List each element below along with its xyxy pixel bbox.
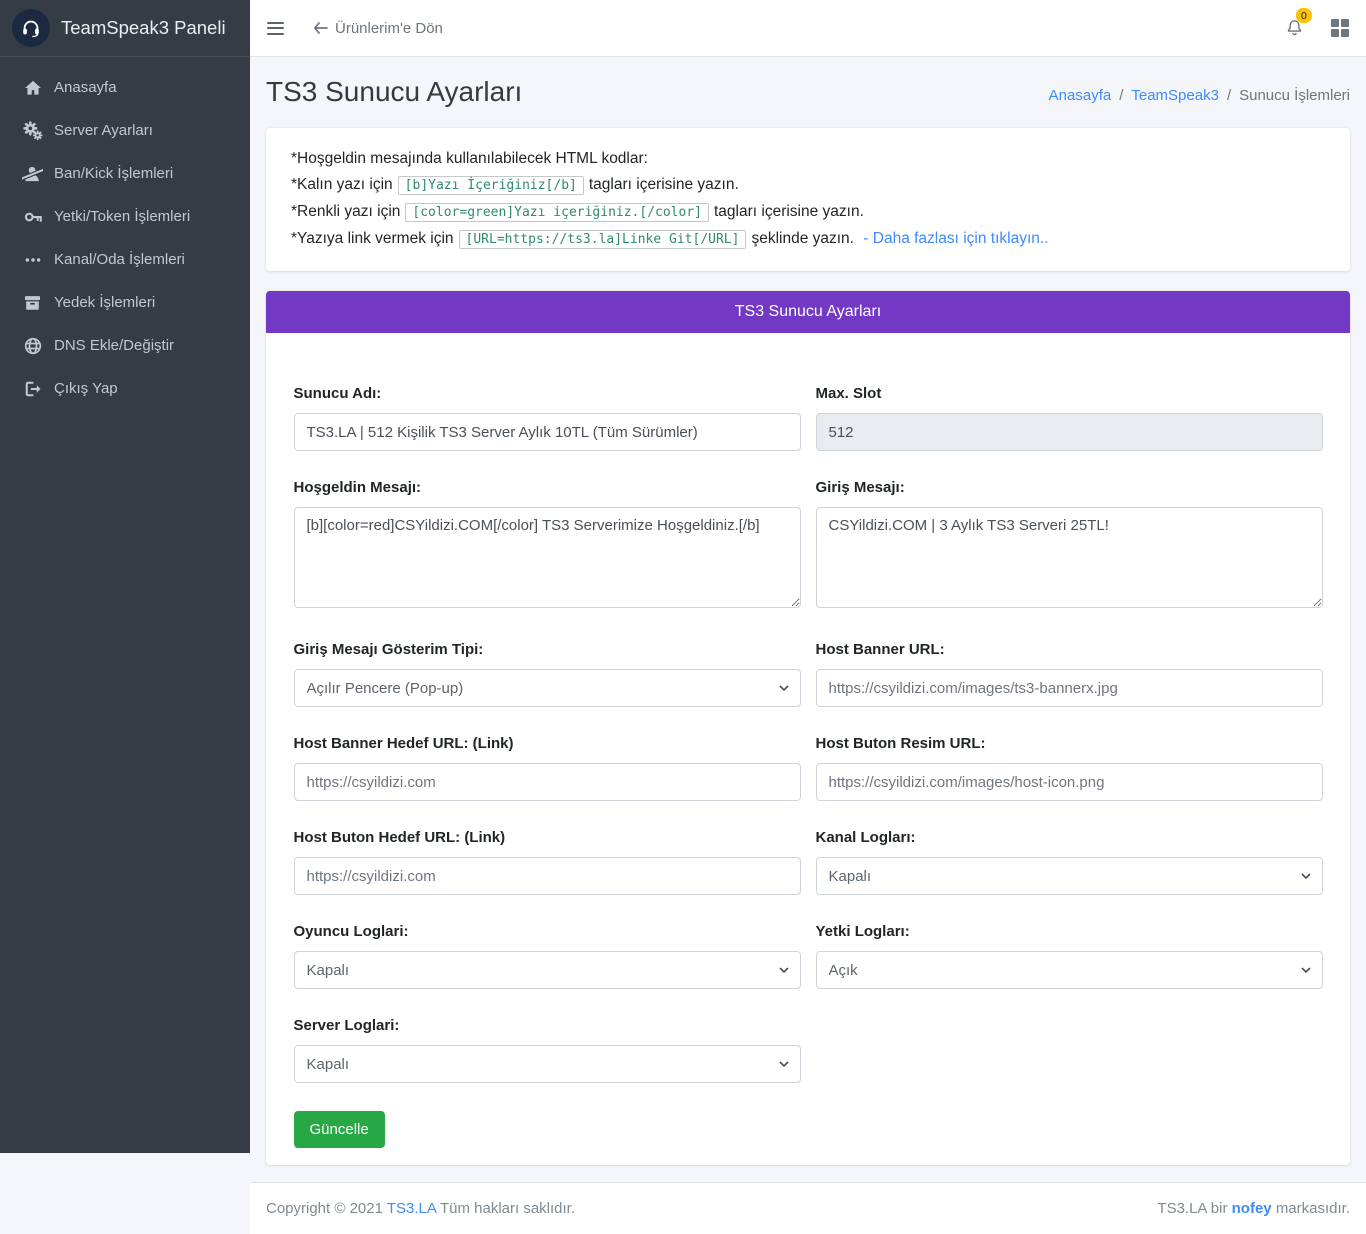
sunucu-adi-input[interactable]: [294, 413, 801, 451]
server-loglari-select[interactable]: Kapalı: [294, 1045, 801, 1083]
giris-mesaji-label: Giriş Mesajı:: [816, 479, 1323, 497]
globe-icon: [19, 336, 46, 356]
hamburger-icon[interactable]: [267, 18, 284, 39]
breadcrumb-current: Sunucu İşlemleri: [1239, 87, 1350, 104]
gears-icon: [19, 120, 46, 141]
top-navbar: Ürünlerim'e Dön 0: [250, 0, 1366, 57]
sidebar-brand[interactable]: TeamSpeak3 Paneli: [0, 0, 250, 57]
info-line-2: *Kalın yazı için[b]Yazı İçeriğiniz[/b]ta…: [291, 172, 1325, 199]
archive-icon: [19, 293, 46, 312]
sunucu-adi-label: Sunucu Adı:: [294, 385, 801, 403]
user-slash-icon: [19, 164, 46, 184]
sidebar-nav: Anasayfa: [0, 57, 250, 419]
max-slot-input: [816, 413, 1323, 451]
breadcrumb-separator: /: [1119, 87, 1123, 104]
sidebar-item-yetki-token[interactable]: Yetki/Token İşlemleri: [8, 195, 242, 238]
yetki-loglari-label: Yetki Logları:: [816, 923, 1323, 941]
oyuncu-loglari-label: Oyuncu Loglari:: [294, 923, 801, 941]
notifications-button[interactable]: 0: [1285, 14, 1304, 43]
host-banner-hedef-label: Host Banner Hedef URL: (Link): [294, 735, 801, 753]
page-title: TS3 Sunucu Ayarları: [266, 75, 522, 109]
gosterim-tipi-label: Giriş Mesajı Gösterim Tipi:: [294, 641, 801, 659]
giris-mesaji-textarea[interactable]: CSYildizi.COM | 3 Aylık TS3 Serveri 25TL…: [816, 507, 1323, 608]
yetki-loglari-select[interactable]: Açık: [816, 951, 1323, 989]
host-buton-hedef-label: Host Buton Hedef URL: (Link): [294, 829, 801, 847]
host-banner-url-input[interactable]: [816, 669, 1323, 707]
sidebar-item-ban-kick[interactable]: Ban/Kick İşlemleri: [8, 152, 242, 195]
breadcrumb-link-anasayfa[interactable]: Anasayfa: [1049, 87, 1112, 104]
kanal-loglari-select[interactable]: Kapalı: [816, 857, 1323, 895]
ellipsis-icon: [19, 251, 46, 269]
grid-icon[interactable]: [1331, 19, 1349, 37]
kanal-loglari-label: Kanal Logları:: [816, 829, 1323, 847]
server-loglari-label: Server Loglari:: [294, 1017, 801, 1035]
sidebar-item-dns[interactable]: DNS Ekle/Değiştir: [8, 324, 242, 367]
back-to-products-link[interactable]: Ürünlerim'e Dön: [313, 20, 443, 37]
footer-copyright: Copyright © 2021 TS3.LA Tüm hakları sakl…: [266, 1200, 575, 1217]
host-buton-hedef-input[interactable]: [294, 857, 801, 895]
info-line-1: *Hoşgeldin mesajında kullanılabilecek HT…: [291, 146, 1325, 172]
gosterim-tipi-select[interactable]: Açılır Pencere (Pop-up): [294, 669, 801, 707]
brand-title: TeamSpeak3 Paneli: [61, 17, 226, 39]
max-slot-label: Max. Slot: [816, 385, 1323, 403]
notification-badge: 0: [1296, 8, 1312, 24]
card-header-title: TS3 Sunucu Ayarları: [266, 291, 1350, 333]
bbcode-url-sample: [URL=https://ts3.la]Linke Git[/URL]: [459, 230, 747, 249]
oyuncu-loglari-select[interactable]: Kapalı: [294, 951, 801, 989]
breadcrumb-separator: /: [1227, 87, 1231, 104]
sidebar: TeamSpeak3 Paneli Anasayfa: [0, 0, 250, 1153]
footer-ts3la-link[interactable]: TS3.LA: [387, 1200, 436, 1217]
hosgeldin-mesaji-label: Hoşgeldin Mesajı:: [294, 479, 801, 497]
sidebar-item-anasayfa[interactable]: Anasayfa: [8, 66, 242, 109]
server-settings-card: TS3 Sunucu Ayarları Sunucu Adı: Max. Slo…: [266, 291, 1350, 1165]
bell-icon: [1285, 25, 1304, 42]
footer-nofey-link[interactable]: nofey: [1232, 1200, 1272, 1217]
info-line-4: *Yazıya link vermek için[URL=https://ts3…: [291, 226, 1325, 253]
sidebar-item-yedek[interactable]: Yedek İşlemleri: [8, 281, 242, 324]
content-header: TS3 Sunucu Ayarları Anasayfa / TeamSpeak…: [250, 57, 1366, 128]
host-buton-resim-label: Host Buton Resim URL:: [816, 735, 1323, 753]
sign-out-icon: [19, 379, 46, 399]
breadcrumb-link-teamspeak3[interactable]: TeamSpeak3: [1131, 87, 1219, 104]
host-banner-hedef-input[interactable]: [294, 763, 801, 801]
guncelle-button[interactable]: Güncelle: [294, 1111, 385, 1148]
footer-brand: TS3.LA bir nofey markasıdır.: [1157, 1200, 1350, 1217]
home-icon: [19, 78, 46, 98]
key-icon: [19, 207, 46, 227]
breadcrumb: Anasayfa / TeamSpeak3 / Sunucu İşlemleri: [1049, 87, 1350, 104]
footer: Copyright © 2021 TS3.LA Tüm hakları sakl…: [250, 1182, 1366, 1234]
sidebar-item-server-ayarlari[interactable]: Server Ayarları: [8, 109, 242, 152]
arrow-left-icon: [313, 21, 328, 35]
html-codes-info-card: *Hoşgeldin mesajında kullanılabilecek HT…: [266, 128, 1350, 271]
bbcode-color-sample: [color=green]Yazı içeriğiniz.[/color]: [405, 203, 709, 222]
host-banner-url-label: Host Banner URL:: [816, 641, 1323, 659]
more-info-link[interactable]: - Daha fazlası için tıklayın..: [863, 230, 1048, 247]
bbcode-bold-sample: [b]Yazı İçeriğiniz[/b]: [398, 176, 584, 195]
hosgeldin-mesaji-textarea[interactable]: [b][color=red]CSYildizi.COM[/color] TS3 …: [294, 507, 801, 608]
info-line-3: *Renkli yazı için[color=green]Yazı içeri…: [291, 199, 1325, 226]
sidebar-item-cikis[interactable]: Çıkış Yap: [8, 367, 242, 410]
host-buton-resim-input[interactable]: [816, 763, 1323, 801]
server-settings-form: Sunucu Adı: Max. Slot Hoşgeldin Mesajı: …: [266, 333, 1350, 1165]
headset-icon: [12, 9, 50, 47]
sidebar-item-kanal-oda[interactable]: Kanal/Oda İşlemleri: [8, 238, 242, 281]
